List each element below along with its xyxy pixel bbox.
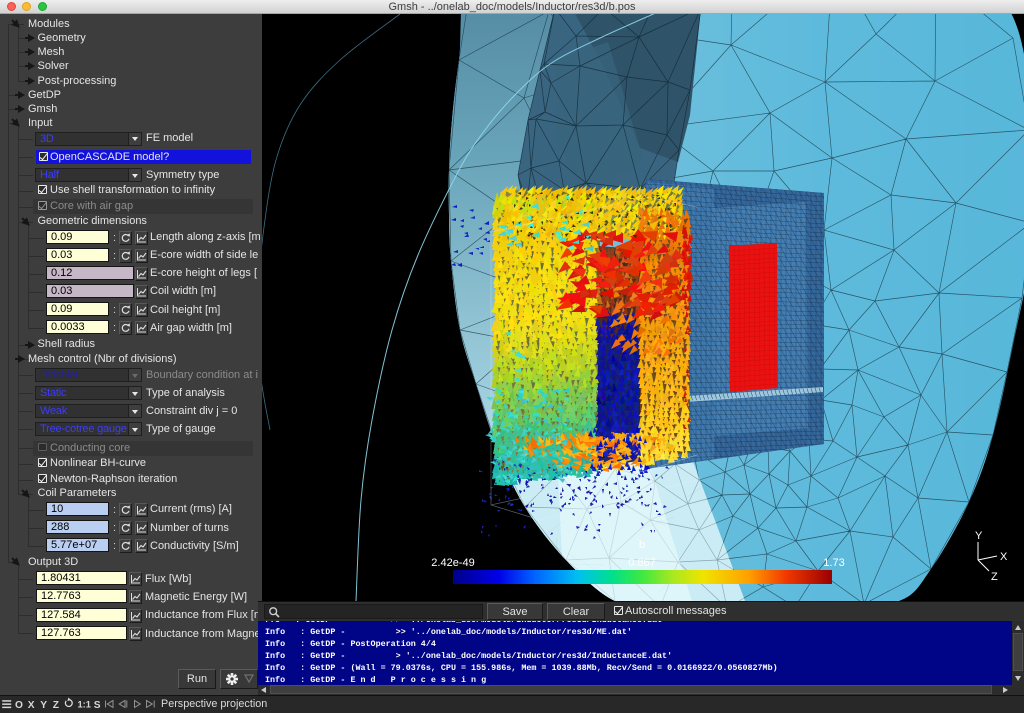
svg-text:b: b bbox=[639, 539, 645, 551]
svg-text:O: O bbox=[15, 700, 23, 711]
svg-text:2.42e-49: 2.42e-49 bbox=[431, 557, 474, 569]
svg-text:Y: Y bbox=[975, 530, 983, 542]
svg-text:S: S bbox=[94, 700, 101, 711]
svg-text:1:1: 1:1 bbox=[78, 700, 91, 710]
svg-text:X: X bbox=[1000, 551, 1008, 563]
svg-text:Z: Z bbox=[991, 571, 998, 583]
svg-text:1.73: 1.73 bbox=[823, 557, 844, 569]
svg-text:0.867: 0.867 bbox=[628, 557, 656, 569]
svg-text:X: X bbox=[28, 700, 35, 711]
svg-text:Z: Z bbox=[53, 700, 59, 711]
svg-text:Y: Y bbox=[40, 700, 47, 711]
